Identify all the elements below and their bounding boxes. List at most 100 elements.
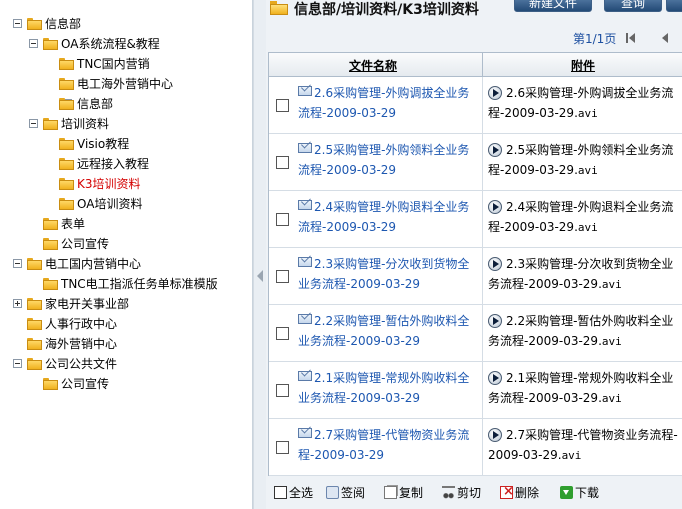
panel-splitter[interactable] (253, 0, 266, 509)
tree-item-label[interactable]: 信息部 (45, 15, 81, 33)
first-page-icon[interactable] (629, 33, 635, 43)
column-header-attachment: 附件 (571, 59, 596, 73)
column-divider (482, 248, 483, 304)
row-checkbox[interactable] (276, 99, 289, 112)
row-checkbox[interactable] (276, 156, 289, 169)
tree-item[interactable]: Visio教程 (0, 135, 252, 153)
prev-page-icon[interactable] (662, 33, 668, 43)
copy-button[interactable]: 复制 (384, 484, 423, 502)
collapse-icon[interactable] (13, 259, 22, 268)
tree-item[interactable]: OA培训资料 (0, 195, 252, 213)
tree-item[interactable]: 信息部 (0, 95, 252, 113)
row-checkbox[interactable] (276, 384, 289, 397)
tree-item[interactable]: 表单 (0, 215, 252, 233)
first-page-icon-bar[interactable] (626, 33, 628, 43)
attachment-name[interactable]: 2.7采购管理-代管物资业务流程-2009-03-29.avi (488, 425, 682, 466)
column-header-filename[interactable]: 文件名称 (349, 57, 397, 74)
delete-button[interactable]: 删除 (500, 483, 539, 502)
collapse-icon[interactable] (13, 359, 22, 368)
tree-item[interactable]: 人事行政中心 (0, 315, 252, 333)
search-button[interactable]: 查询 (604, 0, 662, 12)
tree-item[interactable]: 远程接入教程 (0, 155, 252, 173)
attachment-name[interactable]: 2.5采购管理-外购领料全业务流程-2009-03-29.avi (488, 140, 682, 181)
file-table: 文件名称 附件 2.6采购管理-外购调拔全业务流程-2009-03-29 2.6采… (268, 52, 682, 476)
tree-item-label[interactable]: TNC电工指派任务单标准模版 (61, 275, 218, 293)
attachment-name[interactable]: 2.1采购管理-常规外购收料全业务流程-2009-03-29.avi (488, 368, 682, 409)
tree-item-label[interactable]: 人事行政中心 (45, 315, 117, 333)
tree-item[interactable]: 公司宣传 (0, 375, 252, 393)
collapse-arrow-icon[interactable] (257, 270, 263, 282)
table-row: 2.2采购管理-暂估外购收料全业务流程-2009-03-29 2.2采购管理-暂估… (269, 305, 682, 362)
attachment-name[interactable]: 2.6采购管理-外购调拔全业务流程-2009-03-29.avi (488, 83, 682, 124)
tree-item-label[interactable]: 公司公共文件 (45, 355, 117, 373)
tree-item[interactable]: 电工国内营销中心 (0, 255, 252, 273)
tree-item-label[interactable]: 家电开关事业部 (45, 295, 129, 313)
tree-item[interactable]: 公司公共文件 (0, 355, 252, 373)
tree-item[interactable]: OA系统流程&教程 (0, 35, 252, 53)
page-title: 信息部/培训资料/K3培训资料 (294, 2, 479, 18)
file-name-link[interactable]: 2.5采购管理-外购领料全业务流程-2009-03-29 (298, 140, 480, 180)
tree-item-label[interactable]: 公司宣传 (61, 235, 109, 253)
expand-icon[interactable] (13, 299, 22, 308)
table-row: 2.6采购管理-外购调拔全业务流程-2009-03-29 2.6采购管理-外购调拔… (269, 77, 682, 134)
tree-item[interactable]: K3培训资料 (0, 175, 252, 193)
tree-item-label[interactable]: 电工国内营销中心 (45, 255, 141, 273)
checkbox-icon (274, 486, 287, 499)
tree-item-label[interactable]: 远程接入教程 (77, 155, 149, 173)
tree-item[interactable]: 公司宣传 (0, 235, 252, 253)
tree-item-label[interactable]: Visio教程 (77, 135, 129, 153)
collapse-icon[interactable] (13, 19, 22, 28)
tree-item-label[interactable]: 培训资料 (61, 115, 109, 133)
row-checkbox[interactable] (276, 270, 289, 283)
tree-item-label[interactable]: 表单 (61, 215, 85, 233)
tree-item-label[interactable]: TNC国内营销 (77, 55, 150, 73)
column-divider (482, 419, 483, 475)
collapse-icon[interactable] (29, 39, 38, 48)
file-name-link[interactable]: 2.4采购管理-外购退料全业务流程-2009-03-29 (298, 197, 480, 237)
tree-item[interactable]: TNC国内营销 (0, 55, 252, 73)
folder-icon (43, 38, 58, 50)
tree-item-label[interactable]: 信息部 (77, 95, 113, 113)
read-button[interactable]: 签阅 (326, 484, 365, 502)
tree-item-label[interactable]: 电工海外营销中心 (77, 75, 173, 93)
tree-item[interactable]: 海外营销中心 (0, 335, 252, 353)
row-checkbox[interactable] (276, 213, 289, 226)
row-checkbox[interactable] (276, 441, 289, 454)
file-name-link[interactable]: 2.3采购管理-分次收到货物全业务流程-2009-03-29 (298, 254, 480, 294)
tree-item-label[interactable]: K3培训资料 (77, 175, 141, 193)
download-icon (560, 486, 573, 499)
tree-item-label[interactable]: OA培训资料 (77, 195, 142, 213)
tree-item-label[interactable]: 公司宣传 (61, 375, 109, 393)
new-file-button[interactable]: 新建文件 (514, 0, 592, 12)
bottom-toolbar: 全选 签阅 复制 剪切 删除 下载 (268, 479, 682, 509)
folder-icon (27, 258, 42, 270)
download-button[interactable]: 下载 (560, 484, 599, 502)
tree-item[interactable]: 电工海外营销中心 (0, 75, 252, 93)
select-all-button[interactable]: 全选 (274, 484, 313, 502)
tree-item[interactable]: 培训资料 (0, 115, 252, 133)
folder-tree: 信息部 OA系统流程&教程 TNC国内营销 电工海外营销中心 信息部 培训资料 Visio教… (0, 0, 253, 509)
page-indicator: 第1/1页 (573, 32, 617, 46)
cut-button[interactable]: 剪切 (442, 484, 481, 502)
folder-icon (27, 298, 42, 310)
folder-icon (270, 1, 288, 15)
column-divider (482, 53, 483, 77)
collapse-icon[interactable] (29, 119, 38, 128)
attachment-name[interactable]: 2.4采购管理-外购退料全业务流程-2009-03-29.avi (488, 197, 682, 238)
attachment-name[interactable]: 2.2采购管理-暂估外购收料全业务流程-2009-03-29.avi (488, 311, 682, 352)
tree-item[interactable]: 家电开关事业部 (0, 295, 252, 313)
tree-item[interactable]: TNC电工指派任务单标准模版 (0, 275, 252, 293)
file-name-link[interactable]: 2.7采购管理-代管物资业务流程-2009-03-29 (298, 425, 480, 465)
tree-item[interactable]: 信息部 (0, 15, 252, 33)
folder-icon (43, 238, 58, 250)
tree-item-label[interactable]: OA系统流程&教程 (61, 35, 160, 53)
table-row: 2.3采购管理-分次收到货物全业务流程-2009-03-29 2.3采购管理-分次… (269, 248, 682, 305)
attachment-name[interactable]: 2.3采购管理-分次收到货物全业务流程-2009-03-29.avi (488, 254, 682, 295)
toolbar-button-partial[interactable] (666, 0, 682, 12)
file-name-link[interactable]: 2.2采购管理-暂估外购收料全业务流程-2009-03-29 (298, 311, 480, 351)
row-checkbox[interactable] (276, 327, 289, 340)
tree-item-label[interactable]: 海外营销中心 (45, 335, 117, 353)
folder-icon (43, 218, 58, 230)
file-name-link[interactable]: 2.6采购管理-外购调拔全业务流程-2009-03-29 (298, 83, 480, 123)
file-name-link[interactable]: 2.1采购管理-常规外购收料全业务流程-2009-03-29 (298, 368, 480, 408)
